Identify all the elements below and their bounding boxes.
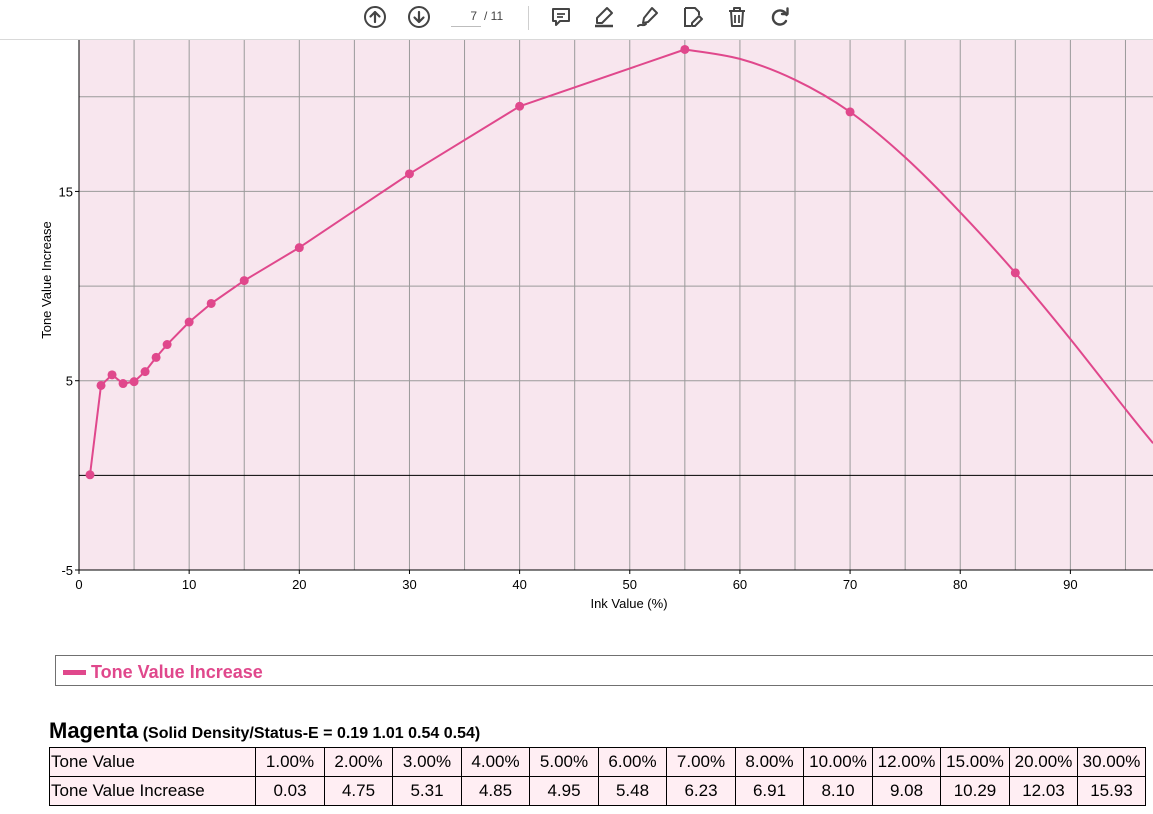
table-cell: 4.85 bbox=[461, 776, 530, 806]
table-cell: 15.00% bbox=[940, 747, 1010, 777]
highlight-button[interactable] bbox=[591, 4, 617, 30]
x-tick-label: 50 bbox=[623, 577, 637, 592]
comment-icon bbox=[552, 8, 570, 26]
data-point bbox=[294, 243, 304, 253]
x-axis-label: Ink Value (%) bbox=[590, 596, 667, 611]
arrow-up-circle-icon bbox=[364, 6, 386, 28]
y-tick-label: 15 bbox=[59, 184, 73, 199]
data-point bbox=[239, 276, 249, 286]
data-point bbox=[680, 44, 690, 54]
table-cell: 30.00% bbox=[1077, 747, 1146, 777]
table-cell: 4.00% bbox=[461, 747, 530, 777]
data-point bbox=[118, 379, 128, 389]
legend-swatch bbox=[63, 670, 86, 675]
table-cell: 0.03 bbox=[255, 776, 325, 806]
redo-icon bbox=[771, 7, 789, 26]
x-tick-label: 80 bbox=[953, 577, 967, 592]
x-tick-label: 20 bbox=[292, 577, 306, 592]
data-point bbox=[151, 352, 161, 362]
page-number-input[interactable] bbox=[451, 6, 481, 27]
y-tick-label: 5 bbox=[66, 374, 73, 389]
data-point bbox=[515, 101, 525, 111]
edit-document-icon bbox=[684, 7, 703, 27]
y-axis-label: Tone Value Increase bbox=[39, 221, 54, 339]
x-tick-label: 40 bbox=[512, 577, 526, 592]
data-point bbox=[184, 317, 194, 327]
data-point bbox=[206, 298, 216, 308]
table-cell: 5.48 bbox=[598, 776, 667, 806]
data-point bbox=[162, 340, 172, 350]
table-cell: 8.00% bbox=[735, 747, 804, 777]
table-cell: 12.03 bbox=[1009, 776, 1078, 806]
table-cell: 2.00% bbox=[324, 747, 393, 777]
toolbar-divider bbox=[528, 6, 529, 30]
table-cell: 7.00% bbox=[666, 747, 736, 777]
table-cell: 6.23 bbox=[666, 776, 736, 806]
table-row-header: Tone Value bbox=[49, 747, 256, 777]
data-point bbox=[107, 370, 117, 380]
table-cell: 10.29 bbox=[940, 776, 1010, 806]
trash-icon bbox=[729, 7, 745, 27]
chart-legend: Tone Value Increase bbox=[55, 655, 1153, 686]
tone-value-table: Tone Value 1.00% 2.00% 3.00% 4.00% 5.00% 6.00%… bbox=[49, 747, 1146, 806]
table-cell: 9.08 bbox=[872, 776, 941, 806]
x-tick-label: 90 bbox=[1063, 577, 1077, 592]
highlight-pen-icon bbox=[595, 7, 613, 28]
x-tick-label: 60 bbox=[733, 577, 747, 592]
redo-button[interactable] bbox=[767, 4, 793, 30]
arrow-down-circle-icon bbox=[408, 6, 430, 28]
table-cell: 5.00% bbox=[529, 747, 599, 777]
table-row: Tone Value 1.00% 2.00% 3.00% 4.00% 5.00% 6.00%… bbox=[49, 747, 1146, 777]
x-tick-label: 10 bbox=[182, 577, 196, 592]
table-cell: 8.10 bbox=[803, 776, 873, 806]
table-cell: 15.93 bbox=[1077, 776, 1146, 806]
table-cell: 4.75 bbox=[324, 776, 393, 806]
x-tick-label: 0 bbox=[75, 577, 82, 592]
table-cell: 10.00% bbox=[803, 747, 873, 777]
y-tick-label: -5 bbox=[61, 563, 73, 578]
draw-pen-icon bbox=[637, 7, 658, 27]
data-point bbox=[96, 380, 106, 390]
table-cell: 1.00% bbox=[255, 747, 325, 777]
table-row: Tone Value Increase 0.03 4.75 5.31 4.85 4.95 5… bbox=[49, 776, 1146, 806]
data-point bbox=[85, 470, 95, 480]
data-point bbox=[140, 367, 150, 377]
data-point bbox=[845, 107, 855, 117]
page-total: / 11 bbox=[484, 9, 504, 23]
legend-label: Tone Value Increase bbox=[91, 662, 263, 682]
section-heading: Magenta (Solid Density/Status-E = 0.19 1… bbox=[49, 718, 480, 744]
table-cell: 5.31 bbox=[392, 776, 462, 806]
section-title: Magenta bbox=[49, 718, 139, 743]
x-tick-label: 70 bbox=[843, 577, 857, 592]
plot-area bbox=[79, 40, 1153, 570]
next-page-button[interactable] bbox=[406, 4, 432, 30]
edit-document-button[interactable] bbox=[679, 4, 705, 30]
table-cell: 6.91 bbox=[735, 776, 804, 806]
table-cell: 12.00% bbox=[872, 747, 941, 777]
table-cell: 4.95 bbox=[529, 776, 599, 806]
table-cell: 3.00% bbox=[392, 747, 462, 777]
pdf-toolbar: / 11 bbox=[0, 0, 1153, 40]
delete-button[interactable] bbox=[724, 4, 750, 30]
tone-value-increase-chart: 0 10 20 30 40 50 60 70 80 90 -5 5 15 Ink Value (%) T… bbox=[39, 40, 1153, 611]
data-point bbox=[404, 169, 414, 179]
x-tick-label: 30 bbox=[402, 577, 416, 592]
data-point bbox=[129, 377, 139, 387]
data-point bbox=[1010, 268, 1020, 278]
previous-page-button[interactable] bbox=[362, 4, 388, 30]
table-row-header: Tone Value Increase bbox=[49, 776, 256, 806]
section-subtitle: (Solid Density/Status-E = 0.19 1.01 0.54… bbox=[142, 725, 481, 742]
comment-button[interactable] bbox=[548, 4, 574, 30]
table-cell: 6.00% bbox=[598, 747, 667, 777]
draw-button[interactable] bbox=[635, 4, 661, 30]
table-cell: 20.00% bbox=[1009, 747, 1078, 777]
